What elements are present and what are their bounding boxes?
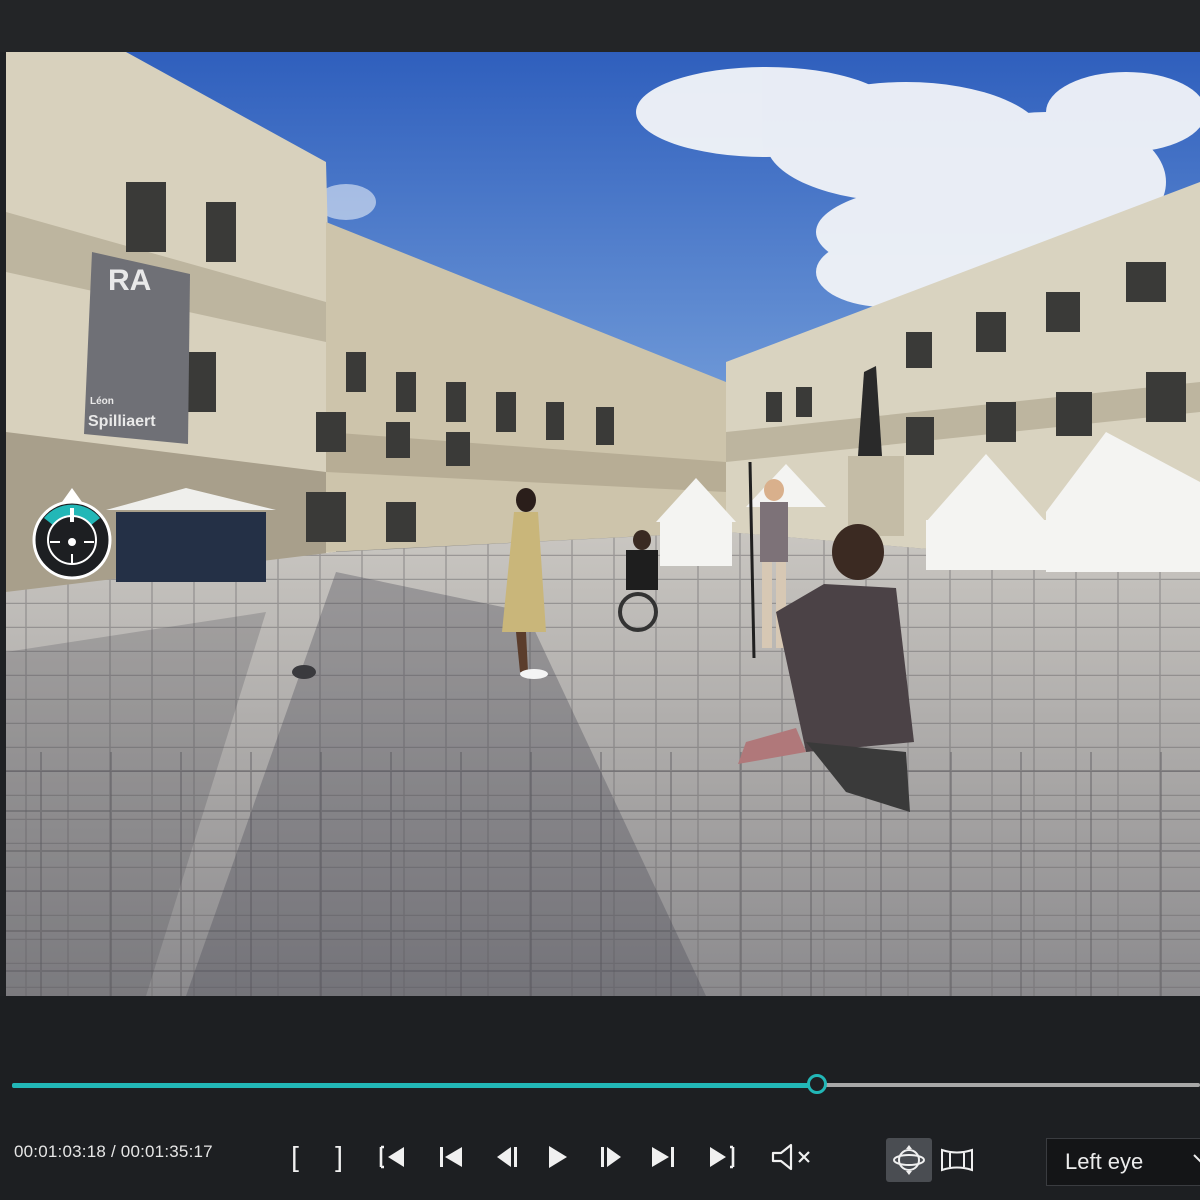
mark-out-button[interactable]: ] [322,1138,356,1176]
playhead-handle[interactable] [807,1074,827,1094]
eye-select-dropdown[interactable]: Left eye [1046,1138,1200,1186]
mute-icon [771,1143,810,1171]
timeline-played-track [12,1083,817,1088]
go-to-in-point-icon [379,1145,404,1169]
timeline-scrubber[interactable] [12,1074,1200,1094]
mark-in-button[interactable]: [ [278,1138,312,1176]
total-duration: 00:01:35:17 [120,1142,213,1161]
step-forward-icon [652,1147,674,1167]
current-time: 00:01:03:18 [14,1142,107,1161]
frame-back-button[interactable] [490,1138,524,1176]
play-button[interactable] [540,1138,574,1176]
play-icon [549,1146,567,1168]
video-viewport[interactable]: RA Léon Spilliaert [6,52,1200,996]
time-separator: / [106,1142,121,1161]
frame-back-icon [497,1147,517,1167]
timeline-remaining-track [817,1083,1200,1087]
360-view-button[interactable] [886,1138,932,1182]
mark-in-icon: [ [291,1141,299,1172]
step-back-icon [440,1147,462,1167]
360-view-icon [893,1145,925,1175]
window-top-bar [0,0,1200,52]
step-back-button[interactable] [434,1138,468,1176]
svg-text:Spilliaert: Spilliaert [88,413,156,430]
go-to-in-point-button[interactable] [376,1138,410,1176]
panorama-view-button[interactable] [934,1138,980,1182]
video-frame: RA Léon Spilliaert [6,52,1200,996]
go-to-out-point-icon [710,1145,735,1169]
go-to-out-point-button[interactable] [704,1138,738,1176]
orientation-compass-icon[interactable] [30,486,114,582]
panorama-view-icon [941,1148,973,1172]
timecode-display: 00:01:03:18 / 00:01:35:17 [14,1142,213,1162]
step-forward-button[interactable] [646,1138,680,1176]
mute-button[interactable] [768,1138,818,1176]
eye-select-value: Left eye [1065,1149,1144,1174]
mark-out-icon: ] [335,1141,343,1172]
svg-text:Léon: Léon [90,396,114,407]
chevron-down-icon [1193,1154,1200,1163]
svg-text:RA: RA [108,264,151,297]
frame-forward-icon [601,1147,621,1167]
frame-forward-button[interactable] [594,1138,628,1176]
